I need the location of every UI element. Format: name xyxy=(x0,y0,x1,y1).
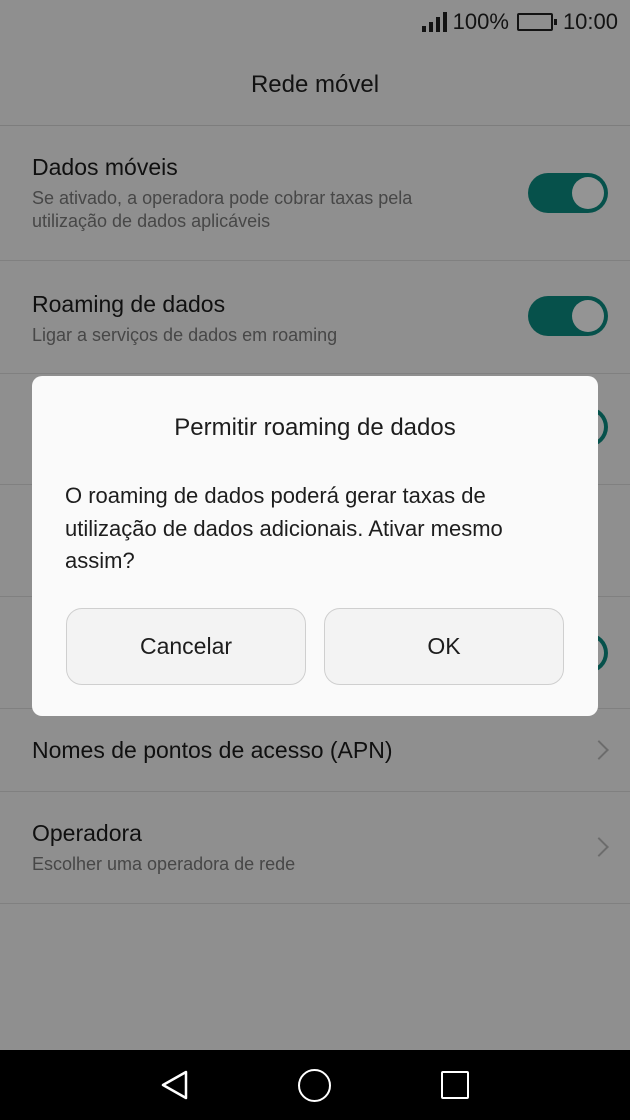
navigation-bar xyxy=(0,1050,630,1120)
cancel-button[interactable]: Cancelar xyxy=(66,608,306,685)
recent-apps-icon[interactable] xyxy=(441,1071,469,1099)
home-icon[interactable] xyxy=(298,1069,331,1102)
ok-button[interactable]: OK xyxy=(324,608,564,685)
dialog-title: Permitir roaming de dados xyxy=(174,414,456,441)
dialog-message: O roaming de dados poderá gerar taxas de… xyxy=(65,483,503,573)
roaming-dialog: Permitir roaming de dados O roaming de d… xyxy=(32,376,598,716)
back-icon[interactable] xyxy=(160,1070,190,1100)
